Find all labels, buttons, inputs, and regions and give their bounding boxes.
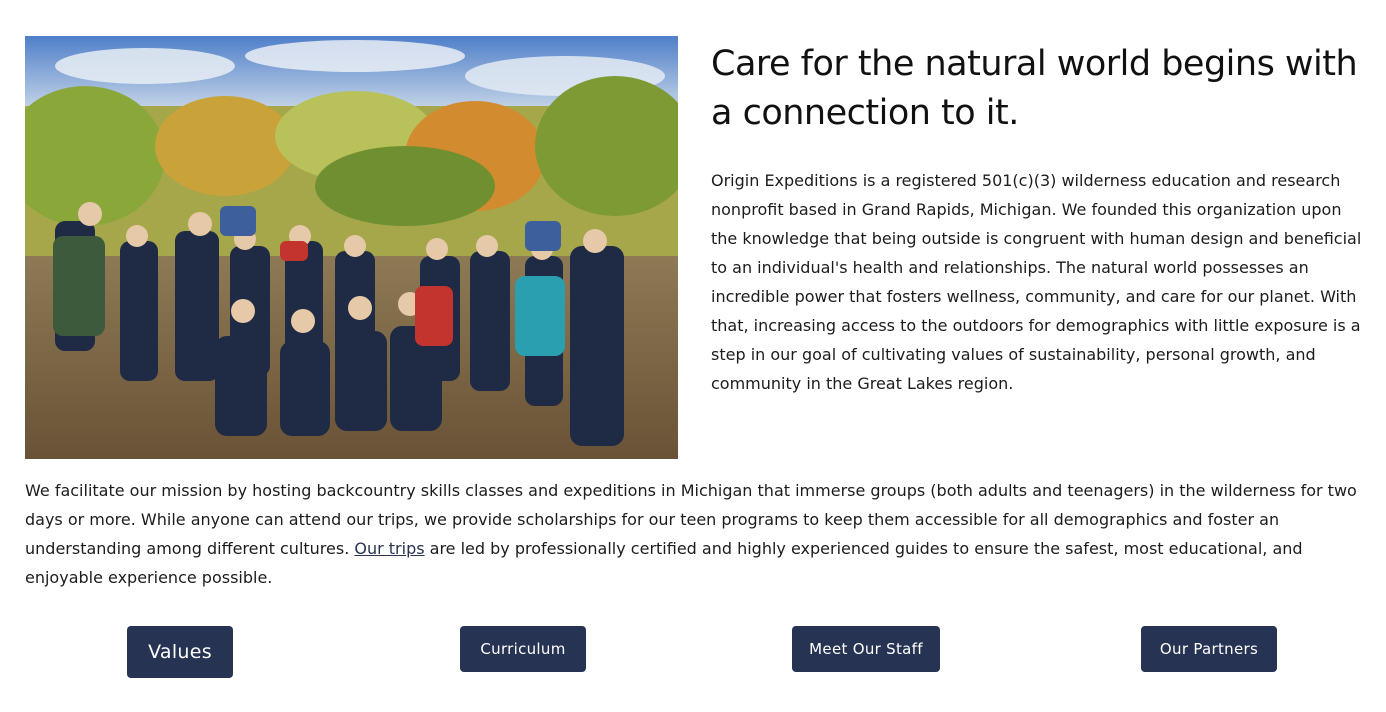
page-headline: Care for the natural world begins with a… xyxy=(711,44,1358,133)
hikers-photo-illustration xyxy=(25,36,678,459)
curriculum-button[interactable]: Curriculum xyxy=(460,626,586,672)
values-button[interactable]: Values xyxy=(127,626,233,678)
hero-photo xyxy=(25,36,678,459)
mission-paragraph: We facilitate our mission by hosting bac… xyxy=(25,476,1370,592)
meet-our-staff-button[interactable]: Meet Our Staff xyxy=(792,626,940,672)
our-partners-button[interactable]: Our Partners xyxy=(1141,626,1277,672)
intro-paragraph: Origin Expeditions is a registered 501(c… xyxy=(711,171,1362,393)
our-trips-link[interactable]: Our trips xyxy=(354,539,424,558)
